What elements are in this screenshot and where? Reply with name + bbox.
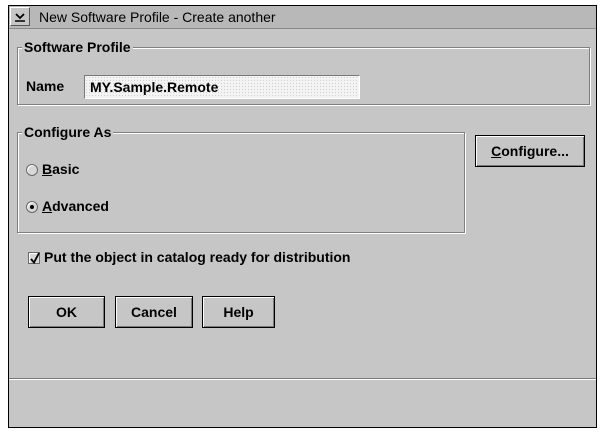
help-button[interactable]: Help (202, 296, 275, 328)
cancel-button[interactable]: Cancel (115, 296, 193, 328)
window-title: New Software Profile - Create another (39, 9, 276, 25)
chevron-down-icon (15, 12, 25, 22)
system-menu-button[interactable] (10, 7, 30, 26)
radio-advanced-label[interactable]: Advanced (42, 198, 109, 214)
ok-button[interactable]: OK (28, 296, 105, 328)
software-profile-group: Software Profile Name MY.Sample.Remote (17, 39, 590, 105)
title-bar[interactable]: New Software Profile - Create another (9, 6, 596, 29)
checkmark-icon (30, 252, 40, 264)
radio-advanced-label-rest: dvanced (52, 198, 109, 214)
status-bar-divider (9, 378, 596, 379)
radio-advanced[interactable] (26, 201, 38, 213)
name-field[interactable]: MY.Sample.Remote (84, 75, 360, 99)
radio-basic-label[interactable]: Basic (42, 161, 79, 177)
configure-as-group: Configure As Basic Advanced (17, 124, 465, 233)
radio-basic[interactable] (26, 164, 38, 176)
configure-as-group-label: Configure As (22, 124, 114, 140)
software-profile-group-label: Software Profile (22, 39, 133, 55)
radio-advanced-mnemonic: A (42, 198, 53, 214)
catalog-checkbox-label[interactable]: Put the object in catalog ready for dist… (44, 249, 350, 265)
radio-basic-mnemonic: B (42, 161, 53, 177)
configure-button[interactable]: Configure... (475, 135, 585, 167)
configure-button-label-rest: onfigure... (501, 143, 569, 159)
catalog-checkbox[interactable] (28, 252, 40, 264)
name-label: Name (26, 78, 65, 94)
dialog-window: New Software Profile - Create another So… (8, 5, 597, 428)
configure-button-mnemonic: C (491, 143, 502, 159)
radio-basic-label-rest: asic (52, 161, 80, 177)
